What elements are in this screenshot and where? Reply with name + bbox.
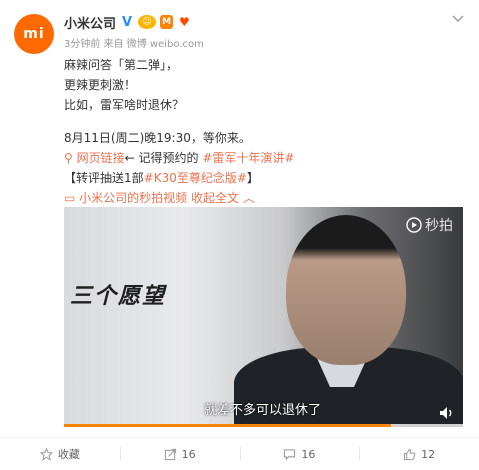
- favorite-button[interactable]: 收藏: [0, 438, 120, 470]
- avatar[interactable]: mi: [14, 14, 54, 54]
- video-source-line: ▭ 小米公司的秒拍视频 收起全文 ︿: [64, 188, 459, 208]
- comment-icon: [284, 448, 296, 460]
- weibo-post-card: mi 小米公司 V ☺ M ♥ 3分钟前 来自 微博 weibo.com 麻辣问…: [0, 0, 479, 469]
- post-line: 麻辣问答「第二弹」，: [64, 58, 179, 72]
- link-line: ⚲ 网页链接← 记得预约的 #雷军十年演讲#: [64, 148, 459, 168]
- link-middle-text: ← 记得预约的: [124, 151, 199, 165]
- verified-icon: V: [122, 14, 133, 30]
- star-icon: [39, 447, 53, 461]
- post-line: 更辣更刺激！: [64, 78, 137, 92]
- video-watermark: 秒拍: [406, 215, 453, 235]
- video-progress-bar[interactable]: [64, 424, 463, 427]
- collapse-link[interactable]: 收起全文: [191, 191, 239, 205]
- repost-count: 16: [181, 447, 196, 461]
- trophy-badge-icon: ♥: [179, 15, 190, 29]
- repost-icon: [164, 448, 176, 460]
- video-source-link[interactable]: 小米公司的秒拍视频: [79, 191, 187, 205]
- post-content: 麻辣问答「第二弹」， 更辣更刺激！ 比如，雷军啥时退休？ 8月11日(周二)晚1…: [64, 55, 459, 208]
- watermark-text: 秒拍: [425, 218, 453, 234]
- post-meta: 3分钟前 来自 微博 weibo.com: [64, 39, 204, 50]
- action-bar: 收藏 16 16 12: [0, 437, 479, 470]
- hashtag-k30[interactable]: #K30至尊纪念版#: [144, 171, 247, 185]
- post-header: 小米公司 V ☺ M ♥ 3分钟前 来自 微博 weibo.com: [64, 13, 449, 51]
- vip-badge-icon: M: [160, 15, 174, 29]
- promo-suffix: 】: [246, 171, 259, 185]
- chevron-up-icon[interactable]: ︿: [243, 191, 255, 205]
- account-name[interactable]: 小米公司: [64, 13, 116, 32]
- post-line: 比如，雷军啥时退休？: [64, 98, 185, 112]
- video-player[interactable]: 三个愿望 秒拍 就差不多可以退休了: [64, 207, 463, 426]
- hashtag-link[interactable]: #雷军十年演讲#: [202, 151, 294, 165]
- name-row: 小米公司 V ☺ M ♥: [64, 13, 449, 32]
- promo-line: 【转评抽送1部#K30至尊纪念版#】: [64, 168, 459, 188]
- video-progress-fill: [64, 424, 392, 427]
- video-subtitle: 就差不多可以退休了: [204, 403, 322, 418]
- video-overlay-text: 三个愿望: [70, 284, 167, 309]
- favorite-label: 收藏: [57, 448, 80, 461]
- comment-button[interactable]: 16: [239, 438, 360, 470]
- like-button[interactable]: 12: [359, 438, 479, 470]
- link-icon: ⚲: [64, 151, 73, 165]
- avatar-logo: mi: [23, 26, 45, 42]
- member-badge-icon: ☺: [138, 15, 157, 29]
- volume-icon[interactable]: [439, 406, 455, 420]
- repost-button[interactable]: 16: [119, 438, 240, 470]
- chevron-down-icon[interactable]: [451, 12, 465, 26]
- promo-prefix: 【转评抽送1部: [64, 171, 144, 185]
- comment-count: 16: [301, 447, 316, 461]
- video-person-head: [286, 215, 406, 365]
- video-icon: ▭: [64, 191, 76, 205]
- event-line: 8月11日(周二)晚19:30，等你来。: [64, 131, 251, 145]
- thumbs-up-icon: [404, 448, 416, 460]
- play-circle-icon: [406, 217, 422, 233]
- like-count: 12: [421, 447, 436, 461]
- web-link[interactable]: 网页链接: [77, 151, 125, 165]
